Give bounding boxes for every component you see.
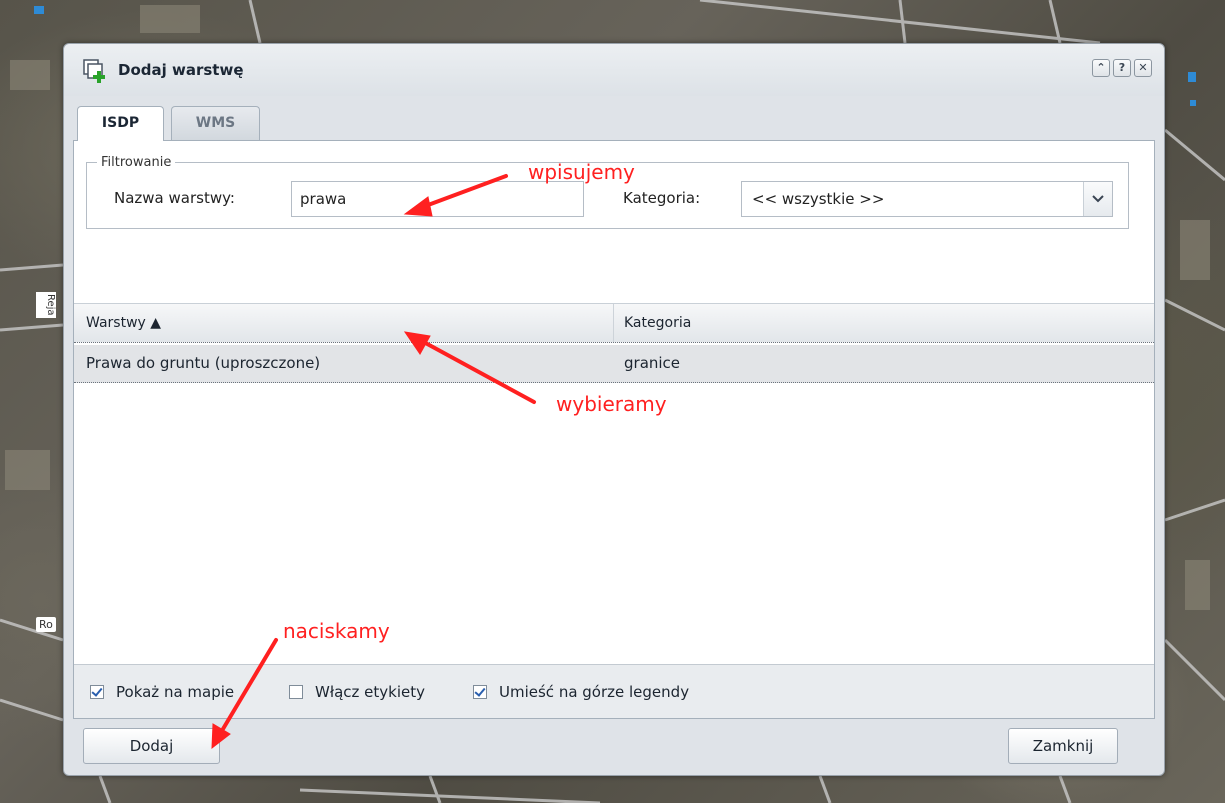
close-icon[interactable]: ✕ (1134, 59, 1152, 77)
table-row[interactable]: Prawa do gruntu (uproszczone) granice (74, 345, 1154, 383)
category-label: Kategoria: (623, 189, 701, 207)
collapse-button[interactable]: ⌃ (1092, 59, 1110, 77)
top-of-legend-checkbox[interactable] (473, 685, 487, 699)
annotation-select: wybieramy (556, 392, 667, 416)
option-top-of-legend[interactable]: Umieść na górze legendy (473, 683, 689, 701)
tab-panel: Filtrowanie Nazwa warstwy: prawa Kategor… (73, 140, 1155, 719)
category-select-value: << wszystkie >> (752, 190, 885, 208)
option-show-on-map[interactable]: Pokaż na mapie (90, 683, 234, 701)
annotation-press: naciskamy (283, 619, 390, 643)
option-enable-labels[interactable]: Włącz etykiety (289, 683, 425, 701)
row-layer-name: Prawa do gruntu (uproszczone) (86, 354, 321, 372)
show-on-map-checkbox[interactable] (90, 685, 104, 699)
enable-labels-label: Włącz etykiety (315, 683, 426, 701)
layer-name-input[interactable]: prawa (291, 181, 584, 217)
dialog-titlebar[interactable]: Dodaj warstwę ⌃ ? ✕ (64, 44, 1164, 96)
layer-name-label: Nazwa warstwy: (114, 189, 235, 207)
close-button[interactable]: Zamknij (1008, 728, 1118, 764)
help-button[interactable]: ? (1113, 59, 1131, 77)
enable-labels-checkbox[interactable] (289, 685, 303, 699)
add-button[interactable]: Dodaj (83, 728, 220, 764)
window-tools: ⌃ ? ✕ (1092, 59, 1152, 77)
layers-grid-header: Warstwy ▲ Kategoria (74, 303, 1154, 343)
show-on-map-label: Pokaż na mapie (116, 683, 235, 701)
category-select[interactable]: << wszystkie >> (741, 181, 1113, 217)
add-layer-icon (83, 59, 105, 83)
dialog-title: Dodaj warstwę (118, 61, 244, 79)
column-header-category[interactable]: Kategoria (624, 304, 691, 342)
map-label-ro: Ro (36, 617, 56, 632)
filter-legend: Filtrowanie (101, 155, 172, 170)
tab-strip: ISDP WMS (73, 100, 1155, 141)
chevron-down-icon[interactable] (1083, 182, 1112, 216)
column-separator (613, 304, 614, 342)
row-category: granice (624, 354, 681, 372)
top-of-legend-label: Umieść na górze legendy (499, 683, 690, 701)
tab-isdp[interactable]: ISDP (77, 106, 164, 141)
map-label-reja: Reja (36, 292, 56, 318)
tab-wms[interactable]: WMS (171, 106, 260, 140)
annotation-type: wpisujemy (528, 160, 635, 184)
options-bar: Pokaż na mapie Włącz etykiety Umieść na … (74, 664, 1154, 718)
column-header-layers[interactable]: Warstwy ▲ (86, 304, 161, 342)
